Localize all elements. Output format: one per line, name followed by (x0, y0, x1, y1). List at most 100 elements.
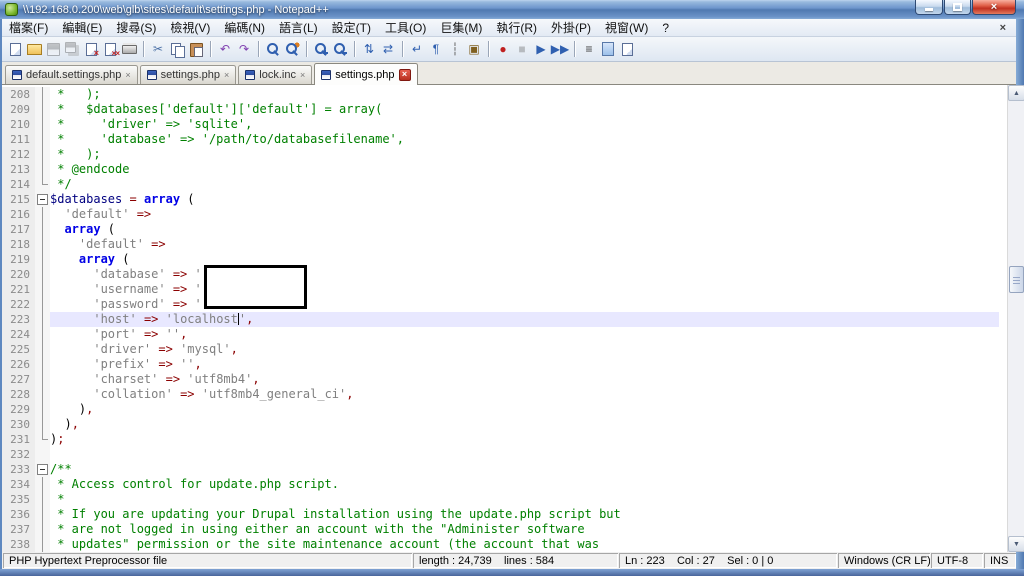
print-button[interactable] (120, 41, 138, 58)
stop-recording-button[interactable]: ■ (513, 41, 531, 58)
redo-button[interactable]: ↷ (235, 41, 253, 58)
cut-button[interactable]: ✂ (149, 41, 167, 58)
tab-close-icon[interactable]: × (398, 68, 411, 81)
indent-guide-button[interactable]: ┆ (446, 41, 464, 58)
zoom-in-button[interactable] (312, 40, 330, 58)
document-list-button[interactable] (618, 41, 636, 58)
tab-settings.php[interactable]: settings.php × (314, 63, 418, 85)
code-text[interactable]: 'prefix' => '', (50, 357, 999, 372)
code-text[interactable]: 'password' => ' (50, 297, 999, 312)
menu-item-2[interactable]: 搜尋(S) (109, 18, 163, 37)
sync-horizontal-button[interactable]: ⇄ (379, 41, 397, 58)
copy-button[interactable] (168, 41, 186, 58)
tab-close-icon[interactable]: × (300, 70, 305, 80)
menu-item-9[interactable]: 執行(R) (489, 18, 544, 37)
code-text[interactable]: 'host' => 'localhost', (50, 312, 999, 327)
code-line-222[interactable]: 222 'password' => ' (2, 297, 999, 312)
code-text[interactable]: * If you are updating your Drupal instal… (50, 507, 999, 522)
scroll-down-icon[interactable]: ▼ (1008, 536, 1024, 552)
status-eol-format[interactable]: Windows (CR LF) (838, 553, 930, 568)
code-line-217[interactable]: 217 array ( (2, 222, 999, 237)
run-macro-multiple-button[interactable]: ▶▶ (551, 41, 569, 58)
open-file-button[interactable] (25, 41, 43, 58)
code-line-214[interactable]: 214 */ (2, 177, 999, 192)
menu-item-1[interactable]: 編輯(E) (55, 18, 109, 37)
code-text[interactable]: 'database' => ' (50, 267, 999, 282)
code-text[interactable]: 'charset' => 'utf8mb4', (50, 372, 999, 387)
code-line-228[interactable]: 228 'collation' => 'utf8mb4_general_ci', (2, 387, 999, 402)
code-text[interactable]: * $databases['default']['default'] = arr… (50, 102, 999, 117)
tab-settings.php[interactable]: settings.php × (139, 65, 237, 84)
fold-collapse-icon[interactable] (35, 192, 50, 207)
editor[interactable]: 208 * ); 209 * $databases['default']['def… (2, 85, 999, 552)
tab-default.settings.php[interactable]: default.settings.php × (5, 65, 138, 84)
paste-button[interactable] (187, 41, 205, 58)
code-line-220[interactable]: 220 'database' => ' (2, 267, 999, 282)
status-insert-mode[interactable]: INS (984, 553, 1016, 568)
code-line-226[interactable]: 226 'prefix' => '', (2, 357, 999, 372)
code-line-232[interactable]: 232 (2, 447, 999, 462)
code-line-231[interactable]: 231); (2, 432, 999, 447)
code-text[interactable]: * are not logged in using either an acco… (50, 522, 999, 537)
code-line-209[interactable]: 209 * $databases['default']['default'] =… (2, 102, 999, 117)
code-text[interactable]: * Access control for update.php script. (50, 477, 999, 492)
code-line-219[interactable]: 219 array ( (2, 252, 999, 267)
code-line-213[interactable]: 213 * @endcode (2, 162, 999, 177)
tab-close-icon[interactable]: × (224, 70, 229, 80)
code-text[interactable]: $databases = array ( (50, 192, 999, 207)
new-file-button[interactable] (6, 41, 24, 58)
code-text[interactable]: 'port' => '', (50, 327, 999, 342)
function-list-button[interactable]: ≡ (580, 41, 598, 58)
code-line-238[interactable]: 238 * updates" permission or the site ma… (2, 537, 999, 552)
menu-item-11[interactable]: 視窗(W) (598, 18, 655, 37)
find-button[interactable] (264, 41, 282, 58)
code-text[interactable]: 'username' => ' (50, 282, 999, 297)
tab-close-icon[interactable]: × (125, 70, 130, 80)
code-line-215[interactable]: 215 $databases = array ( (2, 192, 999, 207)
code-line-211[interactable]: 211 * 'database' => '/path/to/databasefi… (2, 132, 999, 147)
code-line-218[interactable]: 218 'default' => (2, 237, 999, 252)
code-line-236[interactable]: 236 * If you are updating your Drupal in… (2, 507, 999, 522)
scroll-up-icon[interactable]: ▲ (1008, 85, 1024, 101)
zoom-out-button[interactable] (331, 40, 349, 58)
code-line-225[interactable]: 225 'driver' => 'mysql', (2, 342, 999, 357)
code-text[interactable]: * @endcode (50, 162, 999, 177)
code-text[interactable]: ), (50, 402, 999, 417)
code-text[interactable]: */ (50, 177, 999, 192)
close-button[interactable]: × (972, 0, 1016, 15)
maximize-button[interactable] (944, 0, 971, 15)
play-macro-button[interactable]: ▶ (532, 41, 550, 58)
code-text[interactable]: 'default' => (50, 237, 999, 252)
scrollbar-thumb[interactable] (1009, 266, 1024, 293)
code-line-208[interactable]: 208 * ); (2, 87, 999, 102)
code-text[interactable]: ); (50, 432, 999, 447)
code-text[interactable]: 'collation' => 'utf8mb4_general_ci', (50, 387, 999, 402)
code-text[interactable]: * 'driver' => 'sqlite', (50, 117, 999, 132)
user-define-dialog-button[interactable]: ▣ (465, 41, 483, 58)
show-all-characters-button[interactable]: ¶ (427, 41, 445, 58)
status-encoding[interactable]: UTF-8 (931, 553, 983, 568)
code-line-234[interactable]: 234 * Access control for update.php scri… (2, 477, 999, 492)
menu-item-12[interactable]: ? (655, 20, 676, 36)
code-text[interactable]: * 'database' => '/path/to/databasefilena… (50, 132, 999, 147)
code-text[interactable]: * ); (50, 147, 999, 162)
close-file-button[interactable] (82, 41, 100, 58)
code-text[interactable]: * updates" permission or the site mainte… (50, 537, 999, 552)
code-line-229[interactable]: 229 ), (2, 402, 999, 417)
fold-collapse-icon[interactable] (35, 462, 50, 477)
code-text[interactable]: /** (50, 462, 999, 477)
code-text[interactable]: array ( (50, 222, 999, 237)
save-all-button[interactable] (63, 41, 81, 58)
document-map-button[interactable] (599, 41, 617, 58)
code-text[interactable]: * (50, 492, 999, 507)
minimize-button[interactable] (915, 0, 943, 15)
code-line-237[interactable]: 237 * are not logged in using either an … (2, 522, 999, 537)
code-text[interactable] (50, 447, 999, 462)
code-line-212[interactable]: 212 * ); (2, 147, 999, 162)
menu-close-doc-icon[interactable]: × (990, 22, 1016, 34)
undo-button[interactable]: ↶ (216, 41, 234, 58)
close-all-button[interactable] (101, 41, 119, 58)
word-wrap-button[interactable]: ↵ (408, 41, 426, 58)
record-macro-button[interactable]: ● (494, 41, 512, 58)
menu-item-0[interactable]: 檔案(F) (2, 18, 55, 37)
